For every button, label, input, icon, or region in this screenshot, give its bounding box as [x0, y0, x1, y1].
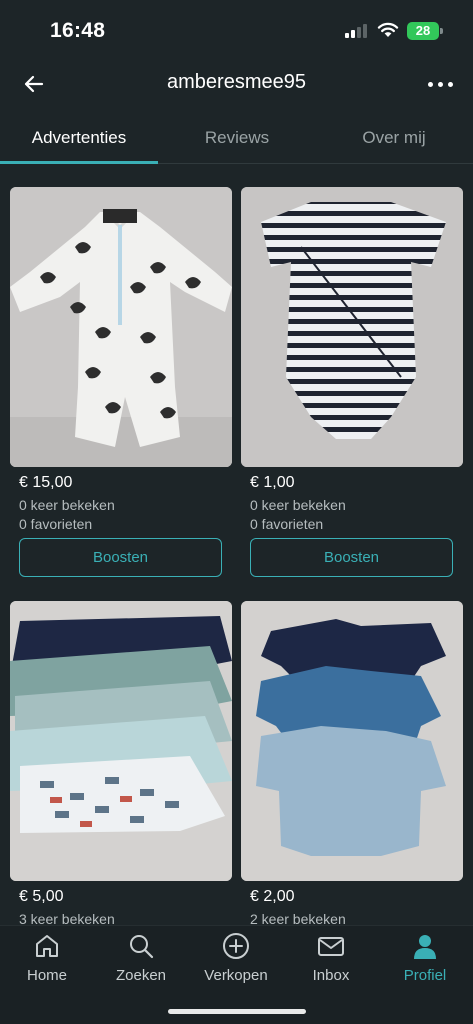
nav-search[interactable]: Zoeken	[94, 932, 188, 990]
listing-price: € 5,00	[19, 888, 64, 905]
more-options-button[interactable]	[422, 68, 458, 100]
listing-photo[interactable]	[10, 601, 232, 881]
screen: 16:48 28 amberesmee95 Advertenties Revie…	[0, 0, 473, 1024]
plus-circle-icon	[223, 933, 249, 959]
dot-icon	[427, 81, 433, 87]
top-bar: amberesmee95	[0, 62, 473, 106]
mail-icon	[318, 937, 344, 956]
baby-shirts-stack-image	[10, 601, 232, 881]
nav-home[interactable]: Home	[0, 932, 94, 990]
listing-photo[interactable]	[10, 187, 232, 467]
dot-icon	[447, 81, 453, 87]
nav-inbox[interactable]: Inbox	[284, 932, 378, 990]
boost-button[interactable]: Boosten	[19, 538, 222, 577]
listing-views: 0 keer bekeken	[19, 497, 115, 513]
listing-price: € 15,00	[19, 474, 73, 491]
page-title: amberesmee95	[167, 71, 306, 93]
tab-advertenties[interactable]: Advertenties	[0, 112, 158, 164]
listing-views: 0 keer bekeken	[250, 497, 346, 513]
cellular-signal-icon	[345, 24, 371, 38]
nav-profile[interactable]: Profiel	[378, 932, 472, 990]
nav-sell[interactable]: Verkopen	[189, 932, 283, 990]
battery-cap	[440, 28, 443, 34]
back-button[interactable]	[18, 68, 50, 100]
tab-over-mij[interactable]: Over mij	[315, 112, 473, 164]
nav-home-label: Home	[26, 967, 67, 984]
boost-button[interactable]: Boosten	[250, 538, 453, 577]
listing-favorites: 0 favorieten	[250, 516, 324, 532]
seahorse-swimsuit-image	[10, 187, 232, 467]
status-time: 16:48	[50, 19, 106, 42]
tab-reviews[interactable]: Reviews	[158, 112, 316, 164]
wifi-icon	[377, 22, 399, 37]
striped-bodysuit-image	[241, 187, 463, 467]
arrow-left-icon	[24, 75, 44, 93]
listing-photo[interactable]	[241, 601, 463, 881]
listing-photo[interactable]	[241, 187, 463, 467]
dot-icon	[437, 81, 443, 87]
listing-favorites: 0 favorieten	[19, 516, 93, 532]
profile-tabs: Advertenties Reviews Over mij	[0, 112, 473, 164]
home-icon	[36, 935, 58, 957]
battery-icon: 28	[407, 22, 439, 40]
home-indicator	[168, 1009, 306, 1014]
status-bar: 16:48 28	[0, 0, 473, 62]
active-tab-indicator	[0, 161, 158, 164]
nav-inbox-label: Inbox	[312, 967, 350, 984]
profile-icon	[414, 935, 436, 959]
nav-profile-label: Profiel	[403, 967, 447, 984]
listing-price: € 2,00	[250, 888, 295, 905]
listing-price: € 1,00	[250, 474, 295, 491]
search-icon	[130, 935, 154, 959]
nav-sell-label: Verkopen	[204, 967, 268, 984]
nav-search-label: Zoeken	[115, 967, 167, 984]
blue-bodysuits-image	[241, 601, 463, 881]
